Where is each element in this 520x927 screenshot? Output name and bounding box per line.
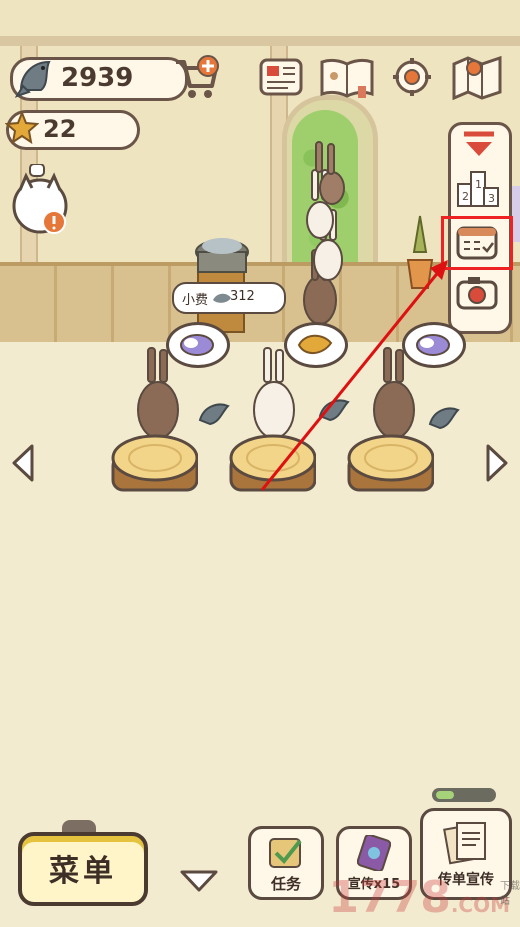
ceiling-beam xyxy=(0,36,520,46)
promo-card-icon xyxy=(357,835,391,871)
collapse-down-arrow-icon[interactable] xyxy=(178,868,220,894)
fish-coin[interactable] xyxy=(426,402,462,432)
fish-coin[interactable] xyxy=(196,398,232,428)
recipe-book-icon[interactable] xyxy=(318,54,376,100)
menu-button[interactable]: 菜单 xyxy=(18,832,148,906)
fish-counter: 2939 xyxy=(10,57,188,101)
shop-cart-icon[interactable] xyxy=(172,54,220,100)
site-watermark: 1778.COM xyxy=(328,872,510,923)
scroll-left-arrow-icon[interactable] xyxy=(8,442,38,484)
collapse-arrow-icon[interactable] xyxy=(460,130,498,160)
potted-plant xyxy=(406,215,434,289)
tip-text: 小费 xyxy=(182,293,209,308)
camera-icon[interactable] xyxy=(454,274,500,312)
scroll-right-arrow-icon[interactable] xyxy=(482,442,512,484)
checklist-icon xyxy=(269,838,302,868)
tip-amount: 312 xyxy=(230,289,255,304)
checkin-highlight-box xyxy=(441,216,513,270)
rabbit-customer-brown[interactable] xyxy=(134,346,184,438)
map-icon[interactable] xyxy=(450,52,506,100)
progress-fill xyxy=(436,791,454,799)
svg-text:3: 3 xyxy=(488,192,495,205)
tip-label[interactable]: 小费 312 xyxy=(172,282,286,314)
task-label: 任务 xyxy=(270,875,301,893)
fish-icon xyxy=(15,60,51,98)
star-icon xyxy=(5,111,39,145)
rabbit-customer-brown[interactable] xyxy=(370,346,420,438)
stump-seat[interactable] xyxy=(110,432,198,492)
menu-label: 菜单 xyxy=(49,854,117,889)
site-watermark-label: 下载站 xyxy=(500,881,520,907)
ranking-podium-icon[interactable]: 2 1 3 xyxy=(454,168,502,208)
star-counter: 22 xyxy=(5,110,140,150)
fish-amount: 2939 xyxy=(61,63,134,93)
newspaper-icon[interactable] xyxy=(258,56,304,98)
stump-seat[interactable] xyxy=(346,432,434,492)
stump-seat[interactable] xyxy=(228,432,316,492)
svg-text:1: 1 xyxy=(475,178,482,191)
progress-bar xyxy=(432,788,496,802)
task-button[interactable]: 任务 xyxy=(248,826,324,900)
flyer-icon xyxy=(443,822,486,865)
settings-gear-icon[interactable] xyxy=(390,56,434,98)
cat-chef-avatar[interactable] xyxy=(10,164,74,240)
svg-text:2: 2 xyxy=(462,190,469,203)
rabbit-queue xyxy=(303,141,345,325)
fish-coin[interactable] xyxy=(316,394,352,424)
star-amount: 22 xyxy=(43,115,77,143)
rabbit-customer-white[interactable] xyxy=(250,346,300,438)
